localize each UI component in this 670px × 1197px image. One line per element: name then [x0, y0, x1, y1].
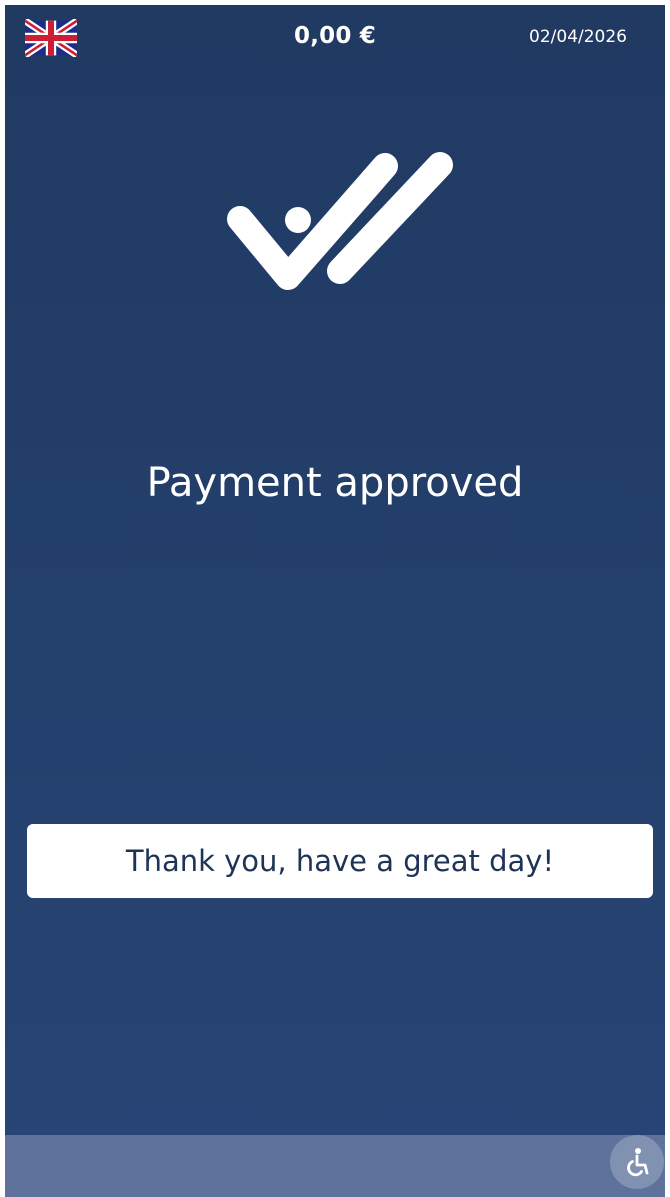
- bottom-bar: [5, 1135, 665, 1197]
- payment-screen: 0,00 € 02/04/2026 Payment approved Thank…: [5, 5, 665, 1197]
- wheelchair-icon: [627, 1148, 649, 1177]
- double-check-icon: [227, 152, 453, 290]
- accessibility-button[interactable]: [610, 1135, 664, 1189]
- top-bar: 0,00 € 02/04/2026: [5, 5, 665, 75]
- payment-status-title: Payment approved: [146, 460, 524, 506]
- thank-you-message-box: Thank you, have a great day!: [27, 824, 653, 898]
- thank-you-message: Thank you, have a great day!: [125, 844, 555, 878]
- date-display: 02/04/2026: [529, 27, 627, 47]
